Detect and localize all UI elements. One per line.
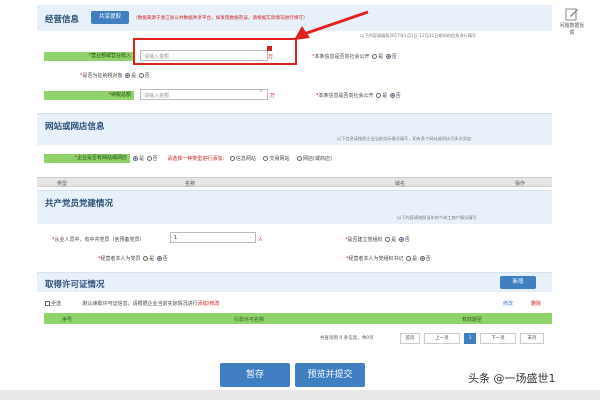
current-page-button[interactable]: 1 [464,333,476,344]
public2-no-radio[interactable] [389,93,395,98]
info-site-radio[interactable] [229,156,235,161]
website-note: 以下信息请按照企业当前实际情况填写，如有多个网站或网店可多次添加 [337,136,472,141]
col-index: 序号 [62,317,73,323]
public1-yes-radio[interactable] [372,54,378,59]
license-note-link[interactable]: 添加/修改 [198,301,220,307]
pagination-summary: 共查询到 0 条信息，共0页 [320,336,374,341]
choose-type-prompt: 请选择一种类型进行添加： [167,156,228,162]
col-valid-until: 有效期至 [462,317,483,323]
license-toolbar: 全选 默认读取许可证信息，请根据企业当前实际情况进行添加/修改 修改 删除 [44,300,552,307]
period-note: 以下内容请填报2017年1月1日-12月31日期间的信息进行填写 [360,33,477,38]
public1-no-radio[interactable] [385,54,391,59]
party-title: 共产党员党建情况 [45,199,114,209]
members-input[interactable]: 1 [170,232,256,243]
has-site-label: *企业是否有网站或网店 [44,154,130,163]
highlight-box [133,38,297,65]
license-section: 取得许可证情况 新增 [37,272,552,292]
tax-label: *纳税总额 [44,91,134,100]
add-license-button[interactable]: 新增 [500,276,536,289]
watermark: 头条 @一场盛世1 [468,372,556,385]
col-name: 名称 [185,181,196,187]
org-yes-radio[interactable] [385,237,391,242]
save-draft-button[interactable]: 暂存 [220,363,290,387]
members-label: *从业人员中，有中共党员（含预备党员） [52,237,145,243]
license-table-header: 序号 行政许可名称 有效期至 [44,313,552,324]
next-page-button[interactable]: 下一页 [480,333,516,344]
secretary-no-radio[interactable] [419,256,425,261]
prev-page-button[interactable]: 上一页 [424,333,460,344]
operator-party-yes-radio[interactable] [143,256,149,261]
col-type: 类型 [57,181,68,187]
section-title: 经营信息 [45,15,80,25]
last-page-button[interactable]: 末页 [520,333,544,344]
clear-icon[interactable]: × [259,88,263,94]
operator-party-no-radio[interactable] [156,256,162,261]
taxpayer-yes-radio[interactable] [125,73,131,78]
col-action: 操作 [515,181,526,187]
tax-input[interactable]: 请输入金额 [140,89,268,100]
taxpayer-group: *是否为征纳税对象 是 否 [80,73,150,79]
col-domain: 域名 [395,181,406,187]
org-no-radio[interactable] [398,237,404,242]
trade-site-radio[interactable] [263,156,269,161]
website-title: 网站或网店信息 [45,122,105,132]
annotation-arrow [294,10,369,40]
share-extract-button[interactable]: 共享提取 [91,11,129,24]
has-site-yes-radio[interactable] [133,156,138,161]
preview-submit-button[interactable]: 预览并提交 [295,363,365,387]
tax-unit: 万 [270,93,276,99]
shop-radio[interactable] [297,156,303,161]
taxpayer-no-radio[interactable] [138,73,144,78]
website-table-header: 类型 名称 域名 操作 [37,177,552,187]
has-site-group: 是 否 请选择一种类型进行添加： 信息网站 交易网站 网店(或商店) [132,155,332,162]
members-unit: 人 [258,237,264,243]
public1-group: *本条信息是否向社会公开 是 否 [312,54,397,60]
has-site-no-radio[interactable] [146,156,152,161]
license-title: 取得许可证情况 [45,280,105,290]
secretary-group: *经营者本人为党组织书记 是 否 [346,256,431,262]
select-all-checkbox[interactable] [45,301,50,306]
delete-link[interactable]: 删除 [531,300,541,307]
edit-icon [565,8,578,21]
party-section: 共产党员党建情况 以下内容请按照当年的个体工商户情况填写 [37,190,552,224]
bottom-band [0,390,600,400]
org-group: *是否建立党组织 是 否 [345,237,410,243]
edit-link[interactable]: 修改 [503,300,513,307]
first-page-button[interactable]: 首页 [400,333,420,344]
feedback-label: 问题数据反馈 [559,23,585,36]
secretary-yes-radio[interactable] [406,256,412,261]
license-note: 默认读取许可证信息，请根据企业当前实际情况进行 [82,301,198,307]
col-license-name: 行政许可名称 [234,317,265,323]
public2-yes-radio[interactable] [376,93,382,98]
revenue-label: *营业额或营业收入 [44,52,134,61]
public2-group: *本条信息是否向社会公开 是 否 [316,93,401,99]
party-note: 以下内容请按照当年的个体工商户情况填写 [397,215,477,220]
data-source-notice: （数据来源于浙江省公共数据共享平台，如发现数据有误，请根据实际情况进行填写） [133,16,308,21]
website-section: 网站或网店信息 以下信息请按照企业当前实际情况填写，如有多个网站或网店可多次添加 [37,113,552,145]
feedback-button[interactable]: 问题数据反馈 [556,5,588,45]
operator-party-group: *经营者本人为党员 是 否 [98,256,168,262]
